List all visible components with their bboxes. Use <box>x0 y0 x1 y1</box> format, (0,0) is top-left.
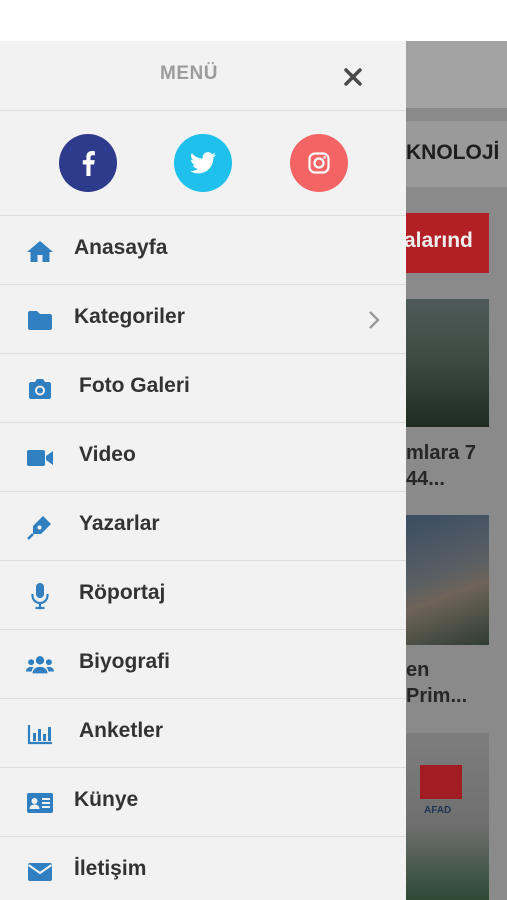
twitter-icon <box>190 152 216 174</box>
menu-item-label: Kategoriler <box>74 305 185 328</box>
menu-item-yazarlar[interactable]: Yazarlar <box>0 492 406 561</box>
menu-item-kategoriler[interactable]: Kategoriler <box>0 285 406 354</box>
article-image <box>406 515 489 645</box>
background-category-bar: KNOLOJİ <box>406 121 507 187</box>
home-icon <box>27 241 53 262</box>
microphone-icon <box>31 583 49 610</box>
menu-item-label: Künye <box>74 788 139 811</box>
article-title-line: mlara 7 <box>406 442 477 464</box>
menu-item-roportaj[interactable]: Röportaj <box>0 561 406 630</box>
article-image <box>406 299 489 427</box>
menu-item-label: İletişim <box>74 857 147 880</box>
pen-icon <box>27 516 51 540</box>
article-title-line: Prim... <box>406 685 468 707</box>
drawer-header: MENÜ <box>0 41 406 111</box>
flag-image <box>420 765 462 799</box>
users-icon <box>26 656 54 674</box>
close-button[interactable] <box>339 63 367 91</box>
background-red-banner: alarınd <box>406 213 489 273</box>
article-title-line: 44... <box>406 468 445 490</box>
video-camera-icon <box>27 450 53 466</box>
instagram-icon <box>308 152 330 174</box>
menu-item-kunye[interactable]: Künye <box>0 768 406 837</box>
article-title-line: en <box>406 659 430 681</box>
menu-list: Anasayfa Kategoriler Foto Galeri Video Y… <box>0 216 406 900</box>
menu-item-label: Röportaj <box>79 581 166 604</box>
menu-item-label: Video <box>79 443 136 466</box>
banner-text: alarınd <box>406 229 473 252</box>
menu-item-anketler[interactable]: Anketler <box>0 699 406 768</box>
menu-item-label: Biyografi <box>79 650 171 673</box>
menu-item-label: Yazarlar <box>79 512 160 535</box>
bar-chart-icon <box>27 725 52 745</box>
menu-title: MENÜ <box>160 63 218 84</box>
facebook-icon <box>82 151 95 176</box>
afad-logo-text: AFAD <box>424 805 452 816</box>
menu-item-anasayfa[interactable]: Anasayfa <box>0 216 406 285</box>
instagram-button[interactable] <box>290 134 348 192</box>
folder-icon <box>28 311 52 330</box>
background-header <box>406 41 507 108</box>
id-card-icon <box>27 793 53 813</box>
article-image: AFAD <box>406 733 489 900</box>
menu-item-label: Anketler <box>79 719 164 742</box>
chevron-right-icon <box>369 311 380 329</box>
menu-item-biyografi[interactable]: Biyografi <box>0 630 406 699</box>
menu-item-iletisim[interactable]: İletişim <box>0 837 406 900</box>
status-bar <box>0 0 507 41</box>
menu-item-label: Foto Galeri <box>79 374 190 397</box>
menu-item-video[interactable]: Video <box>0 423 406 492</box>
menu-item-label: Anasayfa <box>74 236 168 259</box>
facebook-button[interactable] <box>59 134 117 192</box>
envelope-icon <box>27 863 53 881</box>
close-icon <box>344 68 362 86</box>
twitter-button[interactable] <box>174 134 232 192</box>
social-links <box>0 112 406 216</box>
menu-item-foto-galeri[interactable]: Foto Galeri <box>0 354 406 423</box>
category-tab: KNOLOJİ <box>406 141 500 164</box>
camera-icon <box>29 379 51 399</box>
side-menu-drawer: MENÜ Anasayfa Kategoriler Foto Galeri Vi… <box>0 41 406 900</box>
